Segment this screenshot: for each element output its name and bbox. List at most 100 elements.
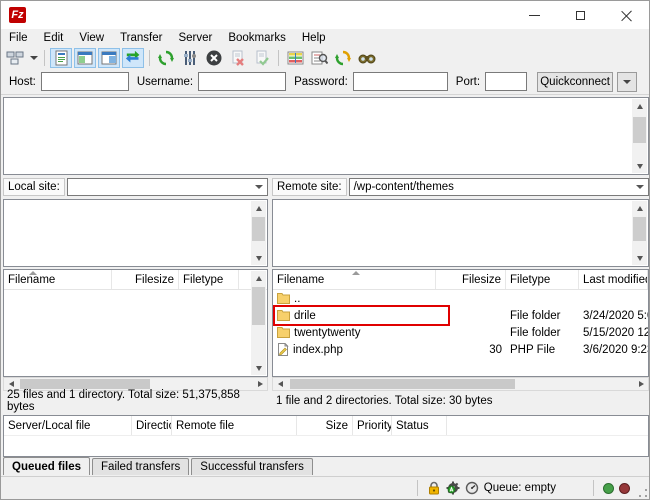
menu-help[interactable]: Help [294,29,334,47]
folder-icon [277,310,290,321]
host-input[interactable] [41,72,129,91]
remote-site-combobox[interactable]: /wp-content/themes [349,178,649,196]
column-header-priority[interactable]: Priority [353,416,392,435]
close-button[interactable] [603,1,649,29]
password-input[interactable] [353,72,448,91]
remote-list-header: Filename Filesize Filetype Last modified [273,270,648,290]
username-label: Username: [137,76,193,88]
file-ok-button[interactable] [251,48,273,68]
toggle-local-tree-button[interactable] [74,48,96,68]
gauge-icon[interactable] [465,481,479,495]
minimize-button[interactable] [511,1,557,29]
maximize-button[interactable] [557,1,603,29]
local-list-header: Filename Filesize Filetype [4,270,267,290]
scroll-down-icon[interactable] [632,159,647,173]
site-manager-button[interactable] [4,48,26,68]
tab-queued-files[interactable]: Queued files [3,457,90,475]
file-name: .. [294,293,300,305]
titlebar: Fz [1,1,649,29]
menu-transfer[interactable]: Transfer [112,29,170,47]
scrollbar-thumb[interactable] [633,117,646,143]
gear-icon[interactable] [446,481,460,495]
scrollbar-thumb[interactable] [252,287,265,325]
statusbar-right: Queue: empty [413,480,649,496]
quickconnect-bar: Host: Username: Password: Port: Quickcon… [1,69,649,95]
column-header-filesize[interactable]: Filesize [112,270,179,289]
directory-comparison-button[interactable] [284,48,306,68]
process-queue-button[interactable] [179,48,201,68]
file-row-index-php[interactable]: index.php 30 PHP File 3/6/2020 9:23 [273,341,648,358]
file-row-parent[interactable]: .. [273,290,648,307]
toggle-transfer-queue-button[interactable] [122,48,144,68]
remote-tree [272,199,649,267]
port-input[interactable] [485,72,527,91]
column-header-server-local-file[interactable]: Server/Local file [4,416,132,435]
delete-file-button[interactable] [227,48,249,68]
column-header-last-modified[interactable]: Last modified [579,270,648,289]
column-header-filetype[interactable]: Filetype [506,270,579,289]
menu-bookmarks[interactable]: Bookmarks [220,29,294,47]
lock-icon[interactable] [427,481,441,495]
column-header-filetype[interactable]: Filetype [179,270,239,289]
menu-view[interactable]: View [71,29,112,47]
refresh-button[interactable] [155,48,177,68]
menu-edit[interactable]: Edit [36,29,72,47]
menu-file[interactable]: File [1,29,36,47]
scroll-right-icon[interactable] [634,378,648,390]
quickconnect-dropdown[interactable] [617,72,637,92]
local-site-combobox[interactable] [67,178,268,196]
site-manager-dropdown[interactable] [27,48,40,68]
column-header-filesize[interactable]: Filesize [436,270,506,289]
column-header-filename[interactable]: Filename [4,270,112,289]
local-tree-scrollbar[interactable] [251,201,266,265]
local-list-scrollbar[interactable] [251,271,266,375]
menu-server[interactable]: Server [170,29,220,47]
scroll-down-icon[interactable] [251,361,266,375]
quickconnect-button[interactable]: Quickconnect [537,72,613,92]
column-header-remote-file[interactable]: Remote file [172,416,297,435]
file-modified: 5/15/2020 12: [579,324,648,341]
scrollbar-thumb[interactable] [20,379,150,389]
column-header-size[interactable]: Size [297,416,353,435]
scroll-down-icon[interactable] [632,251,647,265]
remote-tree-icon [101,51,117,65]
tab-failed-transfers[interactable]: Failed transfers [92,458,189,475]
message-log-scrollbar[interactable] [632,99,647,173]
synchronized-browsing-button[interactable] [332,48,354,68]
file-row-drile[interactable]: drile File folder 3/24/2020 5:0 [273,307,648,324]
scroll-left-icon[interactable] [273,378,287,390]
username-input[interactable] [198,72,286,91]
local-site-label: Local site: [3,178,65,196]
resize-grip[interactable] [639,489,647,497]
scrollbar-thumb[interactable] [290,379,515,389]
host-label: Host: [9,76,36,88]
column-header-status[interactable]: Status [392,416,447,435]
column-header-direction[interactable]: Direction [132,416,172,435]
toggle-remote-tree-button[interactable] [98,48,120,68]
file-row-twentytwenty[interactable]: twentytwenty File folder 5/15/2020 12: [273,324,648,341]
scrollbar-thumb[interactable] [633,217,646,241]
green-indicator-icon [603,483,614,494]
filezilla-window: Fz File Edit View Transfer Server Bookma… [0,0,650,500]
remote-tree-scrollbar[interactable] [632,201,647,265]
file-type: File folder [506,324,579,341]
scroll-up-icon[interactable] [251,201,266,215]
filter-icon [311,50,328,66]
file-size [436,324,506,341]
folder-icon [277,327,290,338]
tab-successful-transfers[interactable]: Successful transfers [191,458,313,475]
scroll-up-icon[interactable] [632,99,647,113]
cancel-button[interactable] [203,48,225,68]
remote-list-hscrollbar[interactable] [272,377,649,391]
site-manager-icon [6,50,24,66]
scroll-up-icon[interactable] [251,271,266,285]
sort-ascending-icon [29,271,37,275]
file-modified: 3/24/2020 5:0 [579,307,648,324]
queue-status-text: Queue: empty [484,482,556,494]
scroll-down-icon[interactable] [251,251,266,265]
find-files-button[interactable] [356,48,378,68]
filter-button[interactable] [308,48,330,68]
toggle-message-log-button[interactable] [50,48,72,68]
scroll-up-icon[interactable] [632,201,647,215]
scrollbar-thumb[interactable] [252,217,265,241]
